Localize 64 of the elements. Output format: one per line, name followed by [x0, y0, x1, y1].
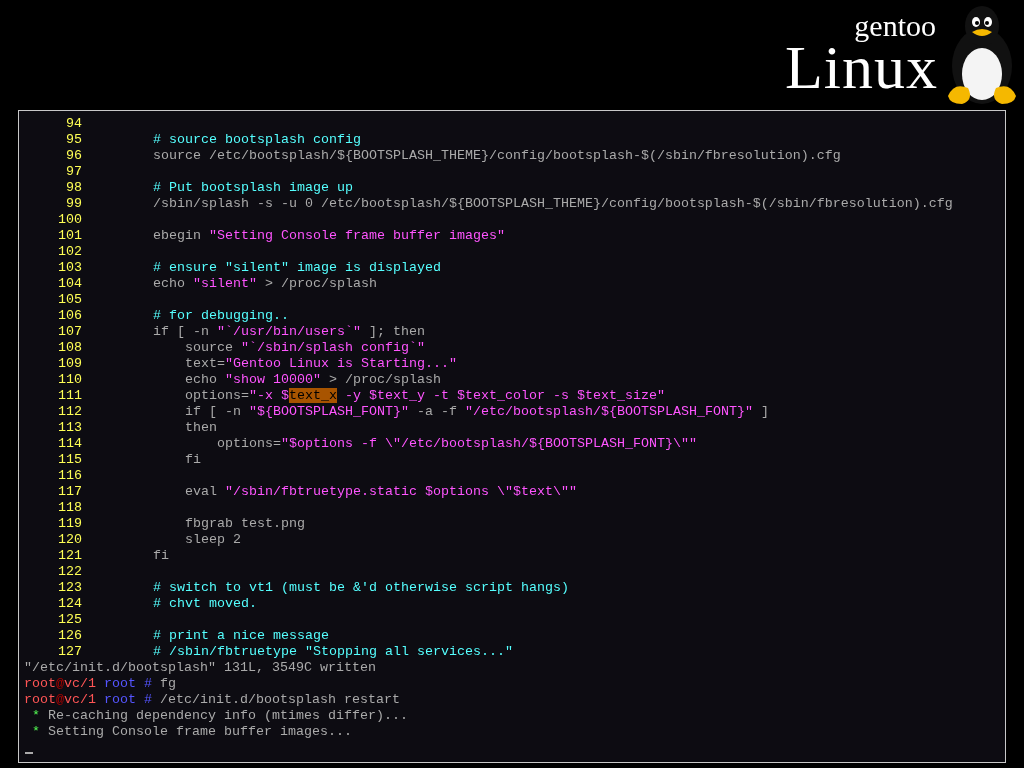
line-number: 118 [57, 500, 82, 516]
line-number: 100 [57, 212, 82, 228]
line-number: 109 [57, 356, 82, 372]
line-number: 116 [57, 468, 82, 484]
line-number: 111 [57, 388, 82, 404]
line-number: 106 [57, 308, 82, 324]
code-line: eval "/sbin/fbtruetype.static $options \"$text\"" [184, 484, 577, 500]
code-line: /sbin/splash -s -u 0 /etc/bootsplash/${BOOTSPLASH_THEME}/config/bootsplash-$(/sbin/fbresolution).cfg [153, 196, 953, 212]
code-line: if [ -n "`/usr/bin/users`" ]; then [153, 324, 425, 340]
line-number: 115 [57, 452, 82, 468]
code-line: # source bootsplash config [153, 132, 361, 148]
line-number: 101 [57, 228, 82, 244]
code-line: # ensure "silent" image is displayed [153, 260, 441, 276]
line-number: 121 [57, 548, 82, 564]
line-number: 125 [57, 612, 82, 628]
code-line: source "`/sbin/splash config`" [184, 340, 425, 356]
line-number: 119 [57, 516, 82, 532]
service-message: * Re-caching dependency info (mtimes differ)... [31, 708, 408, 724]
line-number: 114 [57, 436, 82, 452]
line-number: 110 [57, 372, 82, 388]
code-line: fi [153, 548, 169, 564]
line-number: 97 [65, 164, 82, 180]
line-number: 122 [57, 564, 82, 580]
line-number: 98 [65, 180, 82, 196]
line-number: 108 [57, 340, 82, 356]
line-number: 120 [57, 532, 82, 548]
code-line: source /etc/bootsplash/${BOOTSPLASH_THEME}/config/bootsplash-$(/sbin/fbresolution).cfg [153, 148, 841, 164]
code-line: options="$options -f \"/etc/bootsplash/${BOOTSPLASH_FONT}\"" [216, 436, 697, 452]
code-line: # Put bootsplash image up [153, 180, 353, 196]
code-line: # chvt moved. [153, 596, 257, 612]
code-line: if [ -n "${BOOTSPLASH_FONT}" -a -f "/etc/bootsplash/${BOOTSPLASH_FONT}" ] [184, 404, 769, 420]
code-line: text="Gentoo Linux is Starting..." [184, 356, 457, 372]
line-number: 107 [57, 324, 82, 340]
code-line: echo "show 10000" > /proc/splash [184, 372, 441, 388]
line-number: 113 [57, 420, 82, 436]
code-line: fbgrab test.png [184, 516, 305, 532]
line-number: 103 [57, 260, 82, 276]
line-number: 124 [57, 596, 82, 612]
line-number: 94 [65, 116, 82, 132]
line-number: 105 [57, 292, 82, 308]
line-number: 126 [57, 628, 82, 644]
code-line: echo "silent" > /proc/splash [153, 276, 377, 292]
code-line: # for debugging.. [153, 308, 289, 324]
code-line: fi [184, 452, 201, 468]
logo-subtitle: gentoo [854, 12, 936, 40]
code-line: sleep 2 [184, 532, 241, 548]
line-number: 99 [65, 196, 82, 212]
code-line: # print a nice message [153, 628, 329, 644]
code-line: # switch to vt1 (must be &'d otherwise script hangs) [153, 580, 569, 596]
code-line: # /sbin/fbtruetype "Stopping all services..." [153, 644, 513, 660]
line-number: 95 [65, 132, 82, 148]
line-number: 102 [57, 244, 82, 260]
line-number: 112 [57, 404, 82, 420]
line-number: 127 [57, 644, 82, 660]
code-line: ebegin "Setting Console frame buffer images" [153, 228, 505, 244]
line-number: 123 [57, 580, 82, 596]
shell-prompt-line: root@vc/1 root # fg [24, 676, 176, 692]
line-number: 117 [57, 484, 82, 500]
line-number: 96 [65, 148, 82, 164]
line-number: 104 [57, 276, 82, 292]
service-message: * Setting Console frame buffer images... [31, 724, 352, 740]
status-message: "/etc/init.d/bootsplash" 131L, 3549C written [24, 660, 376, 676]
code-line: then [184, 420, 217, 436]
shell-prompt-line: root@vc/1 root # /etc/init.d/bootsplash restart [24, 692, 400, 708]
